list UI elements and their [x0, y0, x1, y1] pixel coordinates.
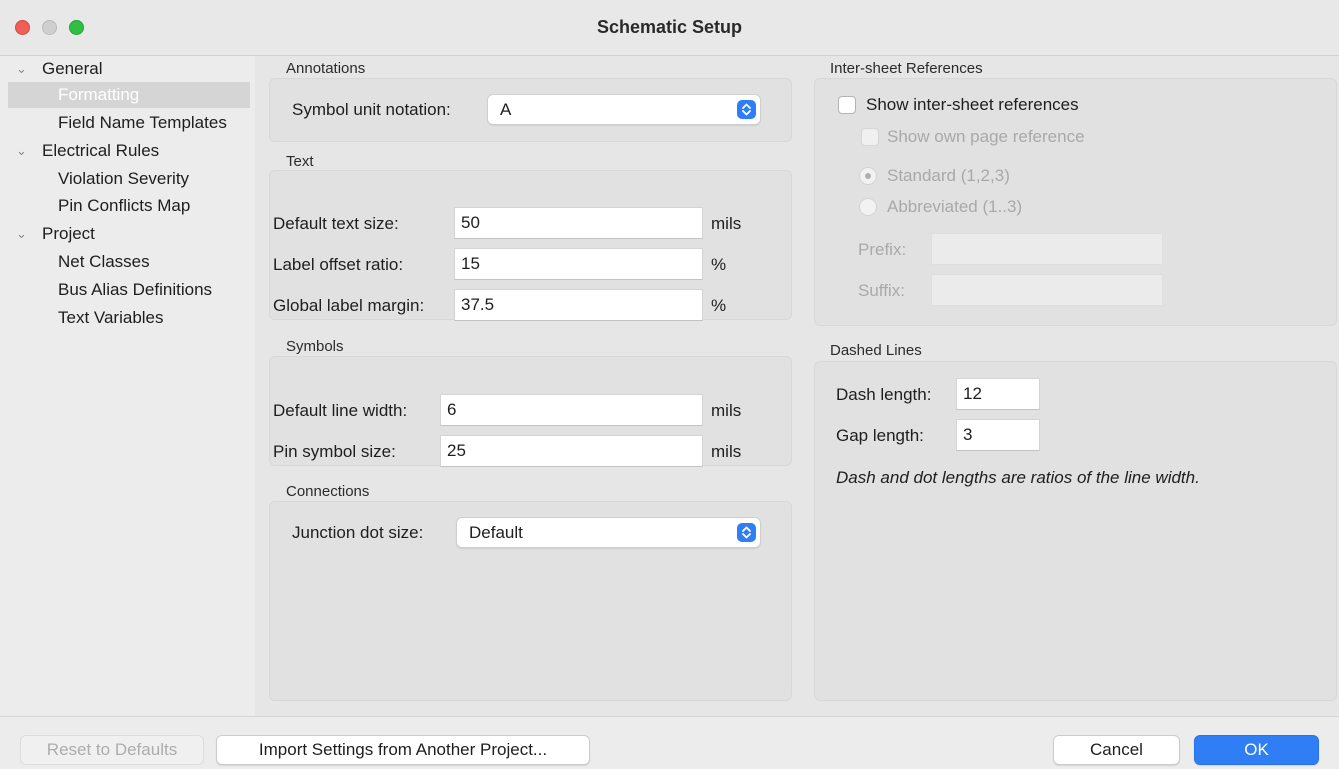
prefix-input[interactable]: [931, 233, 1163, 265]
import-settings-button[interactable]: Import Settings from Another Project...: [216, 735, 590, 765]
dashed-lines-note: Dash and dot lengths are ratios of the l…: [836, 468, 1200, 487]
tree-item-label: Field Name Templates: [58, 113, 227, 132]
select-stepper-icon: [737, 100, 756, 119]
tree-item-pin-conflicts-map[interactable]: Pin Conflicts Map: [0, 193, 250, 219]
default-text-size-label: Default text size:: [273, 214, 399, 233]
symbol-unit-label: Symbol unit notation:: [292, 100, 451, 119]
title-bar: Schematic Setup: [0, 0, 1339, 56]
settings-tree: ⌄ General Formatting Field Name Template…: [0, 56, 255, 716]
suffix-input[interactable]: [931, 274, 1163, 306]
tree-item-label: Violation Severity: [58, 169, 190, 188]
intersheet-title: Inter-sheet References: [830, 60, 983, 77]
global-label-margin-unit: %: [711, 296, 727, 315]
default-text-size-input[interactable]: 50: [454, 207, 703, 239]
radio-selected-dot: [865, 173, 871, 179]
symbols-title: Symbols: [286, 338, 344, 355]
connections-title: Connections: [286, 483, 370, 500]
dialog-footer: Reset to Defaults Import Settings from A…: [0, 716, 1339, 769]
tree-item-net-classes[interactable]: Net Classes: [0, 249, 250, 275]
prefix-label: Prefix:: [858, 240, 907, 259]
tree-item-electrical-rules[interactable]: ⌄ Electrical Rules: [0, 138, 250, 164]
tree-item-label: Bus Alias Definitions: [58, 280, 213, 299]
standard-label: Standard (1,2,3): [887, 166, 1010, 185]
tree-item-text-variables[interactable]: Text Variables: [0, 305, 250, 331]
label-offset-unit: %: [711, 255, 727, 274]
tree-item-violation-severity[interactable]: Violation Severity: [0, 166, 250, 192]
formatting-panel: Annotations Symbol unit notation: A Text…: [255, 56, 1339, 716]
abbreviated-radio[interactable]: [859, 198, 877, 216]
symbol-unit-select[interactable]: A: [487, 94, 761, 125]
show-intersheet-refs-checkbox[interactable]: [838, 96, 856, 114]
label-offset-input[interactable]: 15: [454, 248, 703, 280]
text-group-title: Text: [286, 153, 314, 170]
reset-to-defaults-button[interactable]: Reset to Defaults: [20, 735, 204, 765]
tree-item-label: Formatting: [58, 85, 140, 104]
annotations-title: Annotations: [286, 60, 366, 77]
symbol-unit-value: A: [500, 100, 512, 119]
default-line-width-unit: mils: [711, 401, 742, 420]
junction-dot-select[interactable]: Default: [456, 517, 761, 548]
show-own-page-label: Show own page reference: [887, 127, 1085, 146]
standard-radio[interactable]: [859, 167, 877, 185]
default-line-width-label: Default line width:: [273, 401, 408, 420]
dashed-lines-group: [814, 361, 1337, 701]
pin-symbol-size-input[interactable]: 25: [440, 435, 703, 467]
window-title: Schematic Setup: [596, 17, 743, 37]
pin-symbol-size-unit: mils: [711, 442, 742, 461]
label-offset-label: Label offset ratio:: [273, 255, 404, 274]
tree-item-field-name-templates[interactable]: Field Name Templates: [0, 110, 250, 136]
tree-item-formatting[interactable]: Formatting: [8, 82, 250, 108]
global-label-margin-label: Global label margin:: [273, 296, 425, 315]
tree-item-label: Pin Conflicts Map: [58, 196, 191, 215]
chevron-down-icon[interactable]: ⌄: [16, 56, 27, 82]
cancel-button[interactable]: Cancel: [1053, 735, 1180, 765]
select-stepper-icon: [737, 523, 756, 542]
gap-length-label: Gap length:: [836, 426, 924, 445]
dash-length-label: Dash length:: [836, 385, 932, 404]
tree-item-label: Electrical Rules: [42, 141, 160, 160]
tree-item-general[interactable]: ⌄ General: [0, 56, 250, 82]
tree-item-label: Text Variables: [58, 308, 164, 327]
dashed-lines-title: Dashed Lines: [830, 342, 922, 359]
show-own-page-checkbox[interactable]: [861, 128, 879, 146]
tree-item-label: General: [42, 59, 103, 78]
global-label-margin-input[interactable]: 37.5: [454, 289, 703, 321]
tree-item-label: Net Classes: [58, 252, 150, 271]
chevron-down-icon[interactable]: ⌄: [16, 221, 27, 247]
default-text-size-unit: mils: [711, 214, 742, 233]
tree-item-label: Project: [42, 224, 95, 243]
abbreviated-label: Abbreviated (1..3): [887, 197, 1023, 216]
pin-symbol-size-label: Pin symbol size:: [273, 442, 396, 461]
ok-button[interactable]: OK: [1194, 735, 1319, 765]
show-intersheet-refs-label: Show inter-sheet references: [866, 95, 1079, 114]
dash-length-input[interactable]: 12: [956, 378, 1040, 410]
suffix-label: Suffix:: [858, 281, 905, 300]
gap-length-input[interactable]: 3: [956, 419, 1040, 451]
junction-dot-label: Junction dot size:: [292, 523, 424, 542]
tree-item-bus-alias-definitions[interactable]: Bus Alias Definitions: [0, 277, 250, 303]
tree-item-project[interactable]: ⌄ Project: [0, 221, 250, 247]
junction-dot-value: Default: [469, 523, 523, 542]
chevron-down-icon[interactable]: ⌄: [16, 138, 27, 164]
default-line-width-input[interactable]: 6: [440, 394, 703, 426]
